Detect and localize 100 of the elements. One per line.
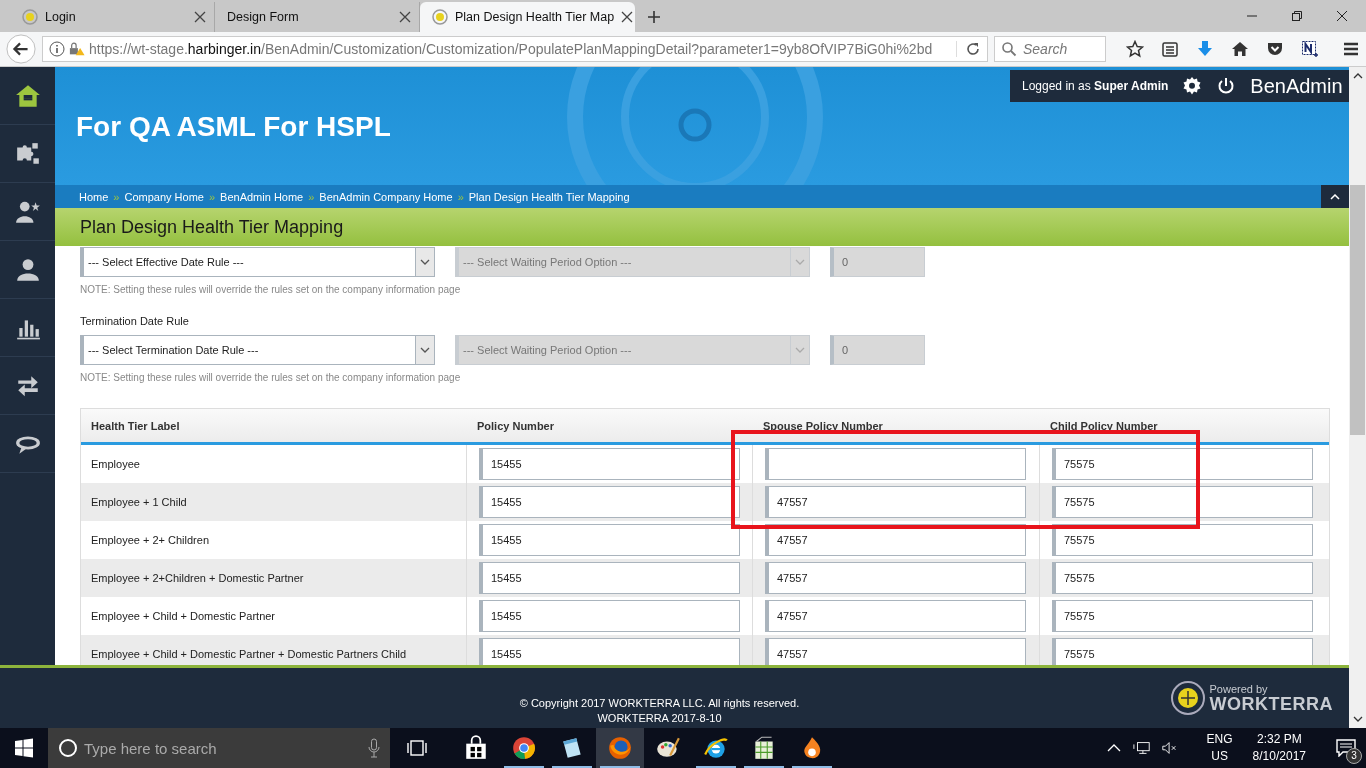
close-icon[interactable]: [399, 11, 411, 23]
taskbar-app[interactable]: [596, 728, 644, 768]
language-indicator[interactable]: ENG US: [1206, 731, 1233, 765]
spouse-policy-field[interactable]: [765, 448, 1026, 480]
scrollbar-thumb[interactable]: [1350, 185, 1365, 435]
scroll-down-icon[interactable]: [1352, 716, 1363, 722]
volume-muted-icon[interactable]: [1160, 740, 1179, 756]
microphone-icon[interactable]: [368, 738, 380, 758]
company-title: For QA ASML For HSPL: [76, 111, 391, 143]
child-policy-field[interactable]: 75575: [1052, 638, 1313, 665]
breadcrumb-link[interactable]: Home: [79, 190, 109, 203]
child-policy-field[interactable]: 75575: [1052, 562, 1313, 594]
reading-list-icon[interactable]: [1161, 40, 1179, 58]
tier-label: Employee + 2+Children + Domestic Partner: [91, 572, 304, 584]
tier-label: Employee: [91, 458, 140, 470]
tier-label: Employee + Child + Domestic Partner: [91, 610, 276, 622]
firefox-icon: [607, 735, 633, 761]
task-view-icon[interactable]: [406, 739, 428, 757]
breadcrumb-link[interactable]: Company Home: [124, 190, 204, 203]
network-icon[interactable]: [1132, 740, 1151, 756]
caret-up-icon: [1330, 193, 1340, 200]
child-policy-field[interactable]: 75575: [1052, 448, 1313, 480]
close-icon[interactable]: [1336, 10, 1348, 22]
app-name: BenAdmin: [1250, 74, 1343, 98]
breadcrumb-link[interactable]: BenAdmin Home: [220, 190, 304, 203]
breadcrumb-separator: »: [113, 190, 120, 203]
caret-down-icon: [420, 259, 430, 265]
tier-label: Employee + 2+ Children: [91, 534, 209, 546]
spouse-policy-field[interactable]: 47557: [765, 562, 1026, 594]
policy-number-field[interactable]: 15455: [479, 600, 740, 632]
person-icon: [14, 256, 41, 283]
lock-warning-icon[interactable]: [69, 41, 85, 57]
info-icon[interactable]: [49, 41, 65, 57]
powered-by-text: Powered by: [1209, 683, 1269, 695]
scrollbar[interactable]: [1349, 67, 1366, 728]
close-icon[interactable]: [621, 11, 634, 23]
child-policy-field[interactable]: 75575: [1052, 600, 1313, 632]
child-policy-field[interactable]: 75575: [1052, 486, 1313, 518]
tier-label: Employee + Child + Domestic Partner + Domestic Partners Child: [91, 648, 407, 660]
note-text: NOTE: Setting these rules will override the rules set on the company information page: [80, 372, 462, 383]
policy-number-field[interactable]: 15455: [479, 524, 740, 556]
policy-number-field[interactable]: 15455: [479, 486, 740, 518]
browser-tab[interactable]: Plan Design Health Tier Map: [420, 2, 635, 32]
notifications-button[interactable]: 3: [1326, 728, 1366, 768]
circle-icon: [58, 738, 78, 758]
collapse-button[interactable]: [1321, 185, 1349, 208]
column-header: Spouse Policy Number: [762, 419, 884, 432]
home-icon[interactable]: [1231, 40, 1249, 58]
column-header: Health Tier Label: [90, 419, 181, 432]
spouse-policy-field[interactable]: 47557: [765, 600, 1026, 632]
target-logo-icon: [1169, 680, 1206, 716]
breadcrumb-separator: »: [208, 190, 216, 203]
new-tab-icon[interactable]: [647, 10, 661, 24]
brand-name: WORKTERRA: [1209, 695, 1333, 713]
pocket-icon[interactable]: [1266, 40, 1284, 58]
clock[interactable]: 2:32 PM 8/10/2017: [1252, 731, 1306, 765]
scroll-up-icon[interactable]: [1352, 73, 1363, 79]
internet-explorer-icon: [703, 735, 729, 761]
field-label: Termination Date Rule: [80, 315, 190, 327]
restore-icon[interactable]: [1291, 10, 1303, 22]
version-text: WORKTERRA 2017-8-10: [597, 711, 722, 726]
rule-select[interactable]: --- Select Termination Date Rule ---: [80, 335, 435, 365]
chrome-icon: [511, 735, 537, 761]
spouse-policy-field[interactable]: 47557: [765, 638, 1026, 665]
breadcrumb-link[interactable]: BenAdmin Company Home: [319, 190, 453, 203]
message-icon: [1336, 739, 1356, 757]
windows-start-icon[interactable]: [14, 738, 34, 758]
breadcrumb-separator: »: [457, 190, 464, 203]
policy-number-field[interactable]: 15455: [479, 562, 740, 594]
caret-down-icon: [795, 347, 805, 353]
child-policy-field[interactable]: 75575: [1052, 524, 1313, 556]
settings-icon[interactable]: [1182, 76, 1203, 96]
note-text: NOTE: Setting these rules will override the rules set on the company information page: [80, 284, 462, 295]
reload-icon[interactable]: [956, 41, 981, 57]
puzzle-icon: [14, 140, 41, 167]
spouse-policy-field[interactable]: 47557: [765, 486, 1026, 518]
menu-icon[interactable]: [1342, 40, 1360, 58]
breadcrumb-link[interactable]: Plan Design Health Tier Mapping: [468, 190, 630, 203]
copyright-text: © Copyright 2017 WORKTERRA LLC. All rights reserved.: [519, 696, 800, 711]
logged-in-text: Logged in as Super Admin: [1022, 79, 1169, 93]
close-icon[interactable]: [194, 11, 206, 23]
notification-count: 3: [1346, 748, 1362, 764]
search-field[interactable]: Search: [994, 36, 1106, 62]
breadcrumb-separator: »: [308, 190, 315, 203]
column-header: Child Policy Number: [1049, 419, 1159, 432]
caret-down-icon: [420, 347, 430, 353]
column-header: Policy Number: [476, 419, 556, 432]
star-icon[interactable]: [1126, 40, 1144, 58]
taskbar-search-field[interactable]: Type here to search: [48, 728, 390, 768]
page-title: Plan Design Health Tier Mapping: [80, 216, 344, 238]
policy-number-field[interactable]: 15455: [479, 448, 740, 480]
caret-down-icon: [795, 259, 805, 265]
extension-icon[interactable]: [1301, 40, 1319, 58]
search-icon: [1001, 41, 1017, 57]
policy-number-field[interactable]: 15455: [479, 638, 740, 665]
address-field[interactable]: https://wt-stage.harbinger.in/BenAdmin/Customization/Customization/PopulatePlanMappingDetail?parameter1=9yb8OfVIP7BiG0hi%2bd: [42, 36, 988, 62]
download-icon[interactable]: [1196, 40, 1214, 58]
tier-label: Employee + 1 Child: [91, 496, 187, 508]
back-icon[interactable]: [6, 34, 36, 64]
rule-select[interactable]: --- Select Effective Date Rule ---: [80, 247, 435, 277]
